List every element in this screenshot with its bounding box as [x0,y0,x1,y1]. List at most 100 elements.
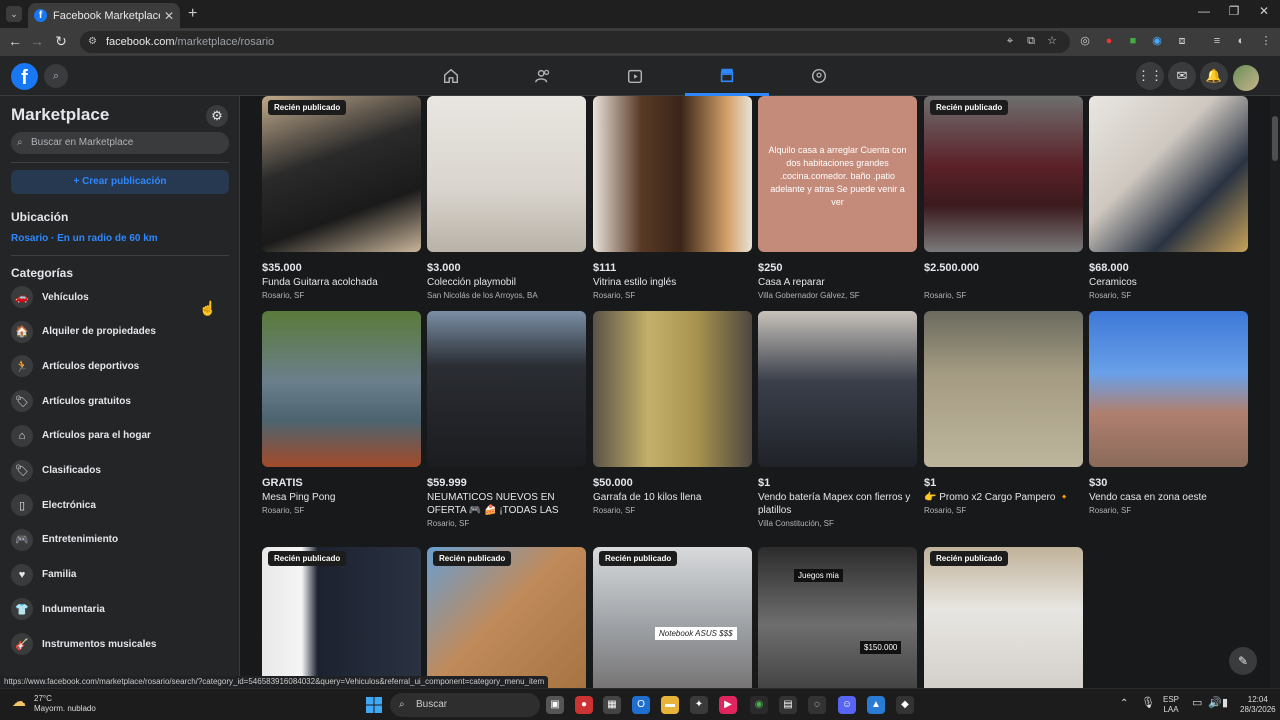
listing-photo[interactable] [593,311,752,467]
listing-photo[interactable] [427,96,586,252]
forward-icon[interactable]: → [28,33,46,49]
sidebar-item-category[interactable]: ♥ Familia [11,562,76,588]
reading-list-icon[interactable]: ≡ [1210,34,1224,48]
listing-photo[interactable]: Recién publicado [427,547,586,688]
extension-1-icon[interactable]: ◎ [1078,34,1092,48]
messenger-icon[interactable]: ✉ [1168,62,1196,90]
notifications-bell-icon[interactable]: 🔔 [1200,62,1228,90]
nav-home-icon[interactable] [409,56,493,96]
listing-card[interactable]: Recién publicado $35.000 Funda Guitarra ac… [262,96,421,300]
weather-widget[interactable]: ☁ 27°C Mayorm. nublado [12,694,96,714]
back-icon[interactable]: ← [6,33,24,49]
outlook-icon[interactable]: O [632,696,650,714]
file-explorer-icon[interactable]: ▬ [661,696,679,714]
task-view-icon[interactable]: ▣ [546,696,564,714]
reload-icon[interactable]: ↻ [52,33,70,50]
listing-photo[interactable] [593,96,752,252]
scrollbar-thumb[interactable] [1272,116,1278,161]
sidebar-item-category[interactable]: 🎸 Instrumentos musicales [11,631,156,657]
location-link[interactable]: Rosario · En un radio de 60 km [11,233,158,244]
photos-icon[interactable]: ▲ [867,696,885,714]
search-input[interactable]: ⌕ Buscar en Marketplace [11,132,229,154]
menu-dots-icon[interactable]: ⋮ [1259,34,1273,48]
steam-icon[interactable]: ◌ [808,696,826,714]
sidebar-item-category[interactable]: ▯ Electrónica [11,492,96,518]
discord-icon[interactable]: ☺ [838,696,856,714]
sidebar-item-category[interactable]: 👕 Indumentaria [11,596,105,622]
sidebar-item-category[interactable]: 🎮 Entretenimiento [11,527,118,553]
install-app-icon[interactable]: ⧉ [1024,34,1038,48]
listing-card[interactable]: $3.000 Colección playmobil San Nicolás de … [427,96,586,300]
listing-card[interactable]: Recién publicado [924,547,1083,688]
sidebar-item-category[interactable]: 🏃 Artículos deportivos [11,353,139,379]
nav-groups-icon[interactable] [777,56,861,96]
listing-photo[interactable]: Alquilo casa a arreglar Cuenta con dos h… [758,96,917,252]
listing-card[interactable]: Recién publicado [262,547,421,688]
listing-photo[interactable]: Recién publicado Notebook ASUS $$$ [593,547,752,688]
listing-photo[interactable] [1089,311,1248,467]
listing-card[interactable]: Recién publicado $2.500.000 Rosario, SF [924,96,1083,300]
page-scrollbar[interactable] [1270,96,1280,688]
listing-card[interactable]: $59.999 NEUMATICOS NUEVOS EN OFERTA 🎮 🍰 ¡… [427,311,586,528]
windows-start-icon[interactable] [366,697,382,713]
listing-card[interactable]: $111 Vitrina estilo inglés Rosario, SF [593,96,752,300]
store-icon[interactable]: ▦ [603,696,621,714]
battery-icon[interactable]: ▮ [1222,698,1228,709]
app-red-icon[interactable]: ● [575,696,593,714]
tray-chevron-icon[interactable]: ⌃ [1120,699,1128,709]
bookmark-star-icon[interactable]: ☆ [1045,34,1059,48]
site-info-icon[interactable]: ⚙ [88,36,100,48]
app-leaf-icon[interactable]: ✦ [690,696,708,714]
listing-photo[interactable]: Juegos mia $150.000 [758,547,917,688]
restore-icon[interactable]: ❐ [1224,4,1244,18]
extensions-puzzle-icon[interactable]: ⧈ [1175,34,1189,48]
listing-card[interactable]: GRATIS Mesa Ping Pong Rosario, SF [262,311,421,515]
listing-card[interactable]: $68.000 Ceramicos Rosario, SF [1089,96,1248,300]
profile-icon[interactable]: ◐ [1234,34,1248,48]
listing-card[interactable]: $50.000 Garrafa de 10 kilos llena Rosario,… [593,311,752,515]
listing-photo[interactable] [758,311,917,467]
sidebar-item-category[interactable]: 🚗 Vehículos [11,284,89,310]
listing-card[interactable]: $1 Vendo batería Mapex con fierros y plat… [758,311,917,528]
volume-icon[interactable]: 🔊 [1208,698,1222,709]
listing-card[interactable]: $30 Vendo casa en zona oeste Rosario, SF [1089,311,1248,515]
sidebar-item-category[interactable]: 🏷 Artículos gratuitos [11,388,131,414]
media-player-icon[interactable]: ▶ [719,696,737,714]
new-tab-button[interactable]: + [188,5,197,23]
app-diamond-icon[interactable]: ◆ [896,696,914,714]
clock[interactable]: 12:04 28/3/2026 [1240,695,1276,715]
listing-photo[interactable] [1089,96,1248,252]
listing-card[interactable]: $1 👉 Promo x2 Cargo Pampero 🔸 Rosario, SF [924,311,1083,515]
extension-4-icon[interactable]: ◉ [1150,34,1164,48]
browser-tab[interactable]: f Facebook Marketplace | Facebook ✕ [28,3,180,28]
create-listing-button[interactable]: + Crear publicación [11,170,229,194]
facebook-search-icon[interactable]: ⌕ [44,64,68,88]
app-badge-icon[interactable]: ▤ [779,696,797,714]
listing-photo[interactable]: Recién publicado [262,547,421,688]
new-message-icon[interactable]: ✎ [1229,647,1257,675]
nav-watch-icon[interactable] [593,56,677,96]
address-bar[interactable]: ⚙ facebook.com/marketplace/rosario [80,31,1070,53]
gear-icon[interactable]: ⚙ [206,105,228,127]
tab-close-icon[interactable]: ✕ [164,9,174,23]
sidebar-item-category[interactable]: 🏠 Alquiler de propiedades [11,319,156,345]
tab-search-icon[interactable]: ⌄ [6,6,22,22]
chrome-icon[interactable]: ◉ [750,696,768,714]
close-window-icon[interactable]: ✕ [1254,4,1274,18]
extension-2-icon[interactable]: ● [1102,34,1116,48]
sidebar-item-category[interactable]: 🏷 Clasificados [11,458,101,484]
minimize-icon[interactable]: — [1194,4,1214,18]
taskbar-search[interactable]: ⌕ Buscar [390,693,540,717]
listing-photo[interactable]: Recién publicado [924,96,1083,252]
listing-photo[interactable] [924,311,1083,467]
microphone-icon[interactable]: 🎙 [1141,698,1155,709]
extension-3-icon[interactable]: ■ [1126,34,1140,48]
listing-photo[interactable]: Recién publicado [924,547,1083,688]
nav-friends-icon[interactable] [501,56,585,96]
nav-marketplace-icon[interactable] [685,56,769,96]
listing-card[interactable]: Juegos mia $150.000 [758,547,917,688]
avatar[interactable] [1233,65,1259,91]
listing-card[interactable]: Recién publicado [427,547,586,688]
language-indicator[interactable]: ESP LAA [1163,695,1179,715]
menu-grid-icon[interactable]: ⋮⋮ [1136,62,1164,90]
